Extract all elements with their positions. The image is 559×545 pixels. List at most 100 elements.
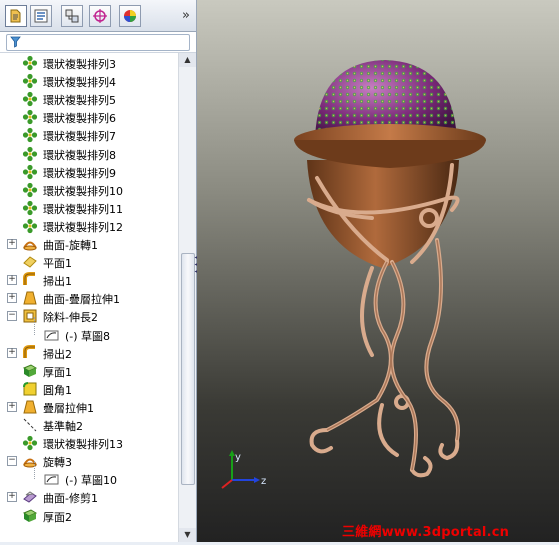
tree-item[interactable]: 環狀複製排列8 bbox=[0, 145, 178, 163]
tree-item-label: 厚面1 bbox=[43, 365, 72, 379]
tree-item[interactable]: 基準軸2 bbox=[0, 416, 178, 434]
expand-plus-icon[interactable]: + bbox=[7, 239, 17, 249]
circular-pattern-icon bbox=[22, 435, 38, 451]
configuration-manager-tab[interactable] bbox=[61, 5, 83, 27]
tree-item[interactable]: 環狀複製排列7 bbox=[0, 126, 178, 144]
watermark: 三維網www.3dportal.cn bbox=[342, 525, 510, 540]
tree-item[interactable]: − 旋轉3 bbox=[0, 452, 178, 470]
tree-item[interactable]: 環狀複製排列12 bbox=[0, 217, 178, 235]
expand-plus-icon[interactable]: + bbox=[7, 401, 17, 412]
tree-item[interactable]: 環狀複製排列10 bbox=[0, 181, 178, 199]
circular-pattern-icon bbox=[22, 200, 38, 216]
display-manager-tab[interactable] bbox=[119, 5, 141, 27]
tree-item-label: 除料-伸長2 bbox=[43, 311, 98, 325]
feature-manager-panel: » 環狀複製排列3 環狀複製排列4 環狀複製排列5 環狀複製排列6 環狀複製排列7 環狀複… bbox=[0, 0, 197, 542]
tree-item[interactable]: (-) 草圖10 bbox=[0, 461, 178, 488]
tree-item-label: 曲面-修剪1 bbox=[43, 492, 98, 506]
tree-connector-line bbox=[34, 316, 35, 335]
tree-item[interactable]: 圓角1 bbox=[0, 380, 178, 398]
thicken-icon bbox=[22, 363, 38, 379]
tree-item[interactable]: 厚面2 bbox=[0, 507, 178, 525]
dimxpert-tab[interactable] bbox=[89, 5, 111, 27]
circular-pattern-icon bbox=[22, 164, 38, 180]
y-axis-label: y bbox=[235, 452, 241, 463]
tree-item[interactable]: 厚面1 bbox=[0, 362, 178, 380]
scroll-up-arrow-icon[interactable]: ▲ bbox=[179, 53, 196, 67]
collapse-minus-icon[interactable]: − bbox=[7, 456, 17, 467]
circular-pattern-icon bbox=[22, 218, 38, 234]
tree-item[interactable]: + 曲面-修剪1 bbox=[0, 488, 178, 506]
tree-item-label: 圓角1 bbox=[43, 383, 72, 397]
property-manager-tab[interactable] bbox=[30, 5, 52, 27]
surface-revolve-icon bbox=[22, 236, 38, 252]
fillet-icon bbox=[22, 381, 38, 397]
display-manager-tab-icon bbox=[124, 10, 136, 22]
collapse-minus-icon[interactable]: − bbox=[7, 311, 17, 322]
tree-item-label: 環狀複製排列5 bbox=[43, 94, 116, 108]
loft-icon bbox=[22, 399, 38, 415]
tree-item-label: 基準軸2 bbox=[43, 420, 83, 433]
circular-pattern-icon bbox=[22, 146, 38, 162]
tree-item-label: 掃出2 bbox=[43, 347, 72, 361]
tree-item-label: 環狀複製排列12 bbox=[43, 220, 123, 234]
tree-item-label: (-) 草圖8 bbox=[65, 329, 111, 343]
tree-item[interactable]: + 掃出2 bbox=[0, 344, 178, 362]
tree-item[interactable]: 平面1 bbox=[0, 253, 178, 271]
property-manager-tab-icon bbox=[34, 9, 48, 23]
tree-item[interactable]: 環狀複製排列11 bbox=[0, 199, 178, 217]
tree-item[interactable]: 環狀複製排列5 bbox=[0, 90, 178, 108]
circular-pattern-icon bbox=[22, 91, 38, 107]
filter-icon bbox=[10, 36, 21, 48]
more-tabs-button[interactable]: » bbox=[182, 8, 190, 23]
tree-item-label: 曲面-旋轉1 bbox=[43, 239, 98, 252]
tree-item-label: 曲面-疊層拉伸1 bbox=[43, 293, 120, 307]
circular-pattern-icon bbox=[22, 182, 38, 198]
feature-manager-tab-icon bbox=[10, 9, 21, 23]
tree-item[interactable]: + 曲面-疊層拉伸1 bbox=[0, 289, 178, 307]
circular-pattern-icon bbox=[22, 55, 38, 71]
z-axis-label: z bbox=[261, 476, 266, 487]
sketch-icon bbox=[44, 471, 60, 487]
tree-item-label: 環狀複製排列7 bbox=[43, 130, 116, 144]
thicken-icon bbox=[22, 508, 38, 524]
expand-plus-icon[interactable]: + bbox=[7, 492, 17, 503]
tree-item[interactable]: + 疊層拉伸1 bbox=[0, 398, 178, 416]
tree-item-label: 平面1 bbox=[43, 257, 72, 271]
tree-item[interactable]: 環狀複製排列4 bbox=[0, 72, 178, 90]
expand-plus-icon[interactable]: + bbox=[7, 275, 17, 286]
feature-manager-tab[interactable] bbox=[5, 5, 27, 27]
sweep-icon bbox=[22, 344, 38, 361]
tree-item[interactable]: + 掃出1 bbox=[0, 271, 178, 289]
scrollbar-thumb[interactable] bbox=[181, 253, 195, 485]
tree-item[interactable]: 環狀複製排列6 bbox=[0, 108, 178, 126]
tree-scrollbar[interactable]: ▲ ▼ bbox=[178, 53, 196, 542]
dimxpert-tab-icon bbox=[93, 9, 107, 23]
configuration-manager-tab-icon bbox=[65, 9, 79, 23]
tree-item[interactable]: − 除料-伸長2 bbox=[0, 307, 178, 325]
tree-item-label: 厚面2 bbox=[43, 510, 72, 524]
tree-item[interactable]: + 曲面-旋轉1 bbox=[0, 235, 178, 253]
tree-item[interactable]: 環狀複製排列3 bbox=[0, 54, 178, 72]
sweep-icon bbox=[22, 272, 38, 288]
filter-bar bbox=[0, 32, 196, 53]
surface-loft-icon bbox=[22, 290, 38, 306]
plane-icon bbox=[22, 254, 38, 270]
manager-tab-bar: » bbox=[0, 0, 196, 32]
tree-item-label: 環狀複製排列10 bbox=[43, 184, 123, 198]
wire-stand bbox=[307, 163, 460, 478]
sketch-icon bbox=[44, 327, 60, 343]
tree-item-label: 環狀複製排列6 bbox=[43, 112, 116, 126]
tree-item[interactable]: 環狀複製排列9 bbox=[0, 163, 178, 181]
circular-pattern-icon bbox=[22, 127, 38, 143]
tree-item-label: 掃出1 bbox=[43, 275, 72, 289]
tree-item[interactable]: 環狀複製排列13 bbox=[0, 434, 178, 452]
tree-item-label: 環狀複製排列3 bbox=[43, 58, 116, 71]
tree-item-label: 旋轉3 bbox=[43, 456, 72, 470]
filter-input[interactable] bbox=[6, 34, 190, 51]
tree-item[interactable]: (-) 草圖8 bbox=[0, 316, 178, 344]
expand-plus-icon[interactable]: + bbox=[7, 293, 17, 304]
tree-item-label: 環狀複製排列8 bbox=[43, 148, 116, 162]
expand-plus-icon[interactable]: + bbox=[7, 347, 17, 358]
scroll-down-arrow-icon[interactable]: ▼ bbox=[179, 528, 196, 542]
tree-item-label: 環狀複製排列4 bbox=[43, 76, 116, 90]
